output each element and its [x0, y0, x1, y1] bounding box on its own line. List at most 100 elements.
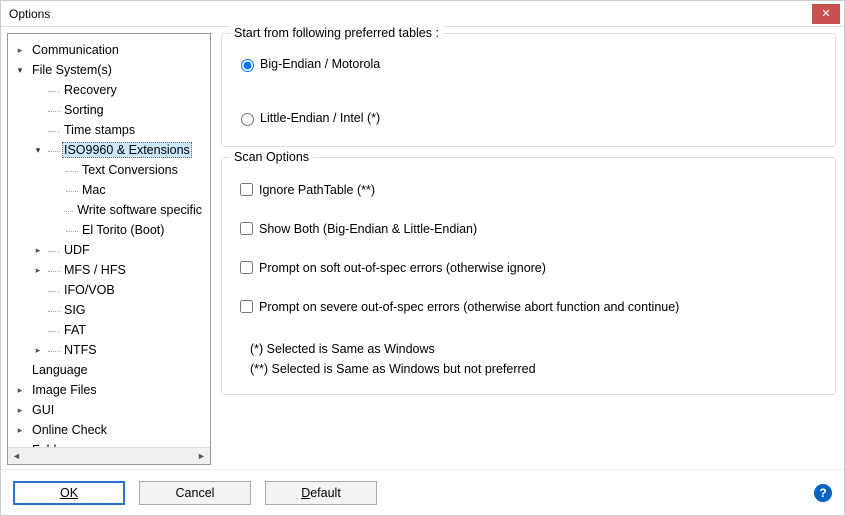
- tree-item-label[interactable]: Text Conversions: [80, 163, 180, 177]
- tree-item-label[interactable]: Language: [30, 363, 90, 377]
- tree-item[interactable]: ▸ Communication: [8, 40, 210, 60]
- tree-branch-line: [48, 131, 60, 132]
- tree-item-label[interactable]: MFS / HFS: [62, 263, 128, 277]
- tree-item[interactable]: Time stamps: [8, 120, 210, 140]
- scroll-left-icon[interactable]: ◄: [8, 448, 25, 465]
- tree-item-label[interactable]: Mac: [80, 183, 108, 197]
- cancel-button[interactable]: Cancel: [139, 481, 251, 505]
- check-ignore-pathtable[interactable]: Ignore PathTable (**): [236, 180, 821, 199]
- tree-branch-line: [48, 351, 60, 352]
- tree-item[interactable]: Mac: [8, 180, 210, 200]
- tree-item-label[interactable]: Recovery: [62, 83, 119, 97]
- title-bar: Options ✕: [1, 1, 844, 27]
- settings-panel: Start from following preferred tables : …: [217, 27, 844, 469]
- window-title: Options: [9, 7, 812, 21]
- chevron-right-icon[interactable]: ▸: [32, 344, 44, 356]
- nav-tree[interactable]: ▸ Communication ▾ File System(s) Recovery Sor…: [7, 33, 211, 465]
- tree-branch-line: [48, 271, 60, 272]
- tree-item[interactable]: SIG: [8, 300, 210, 320]
- default-button-rest: efault: [310, 486, 341, 500]
- radio-big-endian[interactable]: Big-Endian / Motorola: [236, 56, 821, 72]
- check-prompt-soft-label: Prompt on soft out-of-spec errors (other…: [259, 261, 546, 275]
- group-scan-options: Scan Options Ignore PathTable (**) Show …: [221, 157, 836, 395]
- tree-item-label[interactable]: Online Check: [30, 423, 109, 437]
- tree-item[interactable]: Language: [8, 360, 210, 380]
- check-prompt-severe-label: Prompt on severe out-of-spec errors (oth…: [259, 300, 679, 314]
- chevron-right-icon[interactable]: ▸: [14, 44, 26, 56]
- tree-item-label[interactable]: IFO/VOB: [62, 283, 117, 297]
- tree-branch-line: [48, 311, 60, 312]
- tree-item-label[interactable]: SIG: [62, 303, 88, 317]
- check-ignore-pathtable-input[interactable]: [240, 183, 253, 196]
- tree-item[interactable]: ▸ UDF: [8, 240, 210, 260]
- check-show-both[interactable]: Show Both (Big-Endian & Little-Endian): [236, 219, 821, 238]
- scroll-right-icon[interactable]: ►: [193, 448, 210, 465]
- chevron-down-icon[interactable]: ▾: [14, 64, 26, 76]
- tree-branch-line: [66, 191, 78, 192]
- chevron-right-icon[interactable]: ▸: [14, 384, 26, 396]
- tree-item[interactable]: ▾ ISO9960 & Extensions: [8, 140, 210, 160]
- dialog-footer: OK Cancel Default ?: [1, 469, 844, 515]
- tree-item-label[interactable]: Write software specific: [75, 203, 204, 217]
- tree-item[interactable]: ▸ NTFS: [8, 340, 210, 360]
- check-prompt-severe-input[interactable]: [240, 300, 253, 313]
- tree-item[interactable]: Text Conversions: [8, 160, 210, 180]
- tree-branch-line: [48, 291, 60, 292]
- chevron-right-icon[interactable]: ▸: [32, 264, 44, 276]
- tree-item-label[interactable]: Communication: [30, 43, 121, 57]
- radio-little-endian-label: Little-Endian / Intel (*): [260, 111, 380, 125]
- tree-item-label[interactable]: NTFS: [62, 343, 99, 357]
- tree-item[interactable]: IFO/VOB: [8, 280, 210, 300]
- footnote-1: (*) Selected is Same as Windows: [250, 342, 821, 356]
- footnote-2: (**) Selected is Same as Windows but not…: [250, 362, 821, 376]
- tree-item[interactable]: Sorting: [8, 100, 210, 120]
- tree-branch-line: [48, 331, 60, 332]
- tree-item[interactable]: Recovery: [8, 80, 210, 100]
- group-preferred-tables-legend: Start from following preferred tables :: [230, 26, 443, 40]
- tree-item-label[interactable]: ISO9960 & Extensions: [62, 142, 192, 158]
- chevron-right-icon[interactable]: ▸: [32, 244, 44, 256]
- tree-horizontal-scrollbar[interactable]: ◄ ►: [8, 447, 210, 464]
- tree-item[interactable]: Write software specific: [8, 200, 210, 220]
- tree-item-label[interactable]: Time stamps: [62, 123, 137, 137]
- tree-branch-line: [66, 171, 78, 172]
- check-show-both-label: Show Both (Big-Endian & Little-Endian): [259, 222, 477, 236]
- tree-item[interactable]: ▸ Image Files: [8, 380, 210, 400]
- tree-item-label[interactable]: GUI: [30, 403, 56, 417]
- check-prompt-soft[interactable]: Prompt on soft out-of-spec errors (other…: [236, 258, 821, 277]
- chevron-down-icon[interactable]: ▾: [32, 144, 44, 156]
- close-icon[interactable]: ✕: [812, 4, 840, 24]
- check-ignore-pathtable-label: Ignore PathTable (**): [259, 183, 375, 197]
- chevron-right-icon[interactable]: ▸: [14, 404, 26, 416]
- tree-branch-line: [66, 231, 78, 232]
- tree-branch-line: [48, 111, 60, 112]
- check-prompt-soft-input[interactable]: [240, 261, 253, 274]
- tree-branch-line: [64, 211, 74, 212]
- tree-item[interactable]: ▸ Online Check: [8, 420, 210, 440]
- tree-item-label[interactable]: El Torito (Boot): [80, 223, 166, 237]
- content-area: ▸ Communication ▾ File System(s) Recovery Sor…: [1, 27, 844, 469]
- default-button[interactable]: Default: [265, 481, 377, 505]
- radio-big-endian-input[interactable]: [241, 59, 254, 72]
- group-preferred-tables: Start from following preferred tables : …: [221, 33, 836, 147]
- radio-little-endian[interactable]: Little-Endian / Intel (*): [236, 110, 821, 126]
- tree-item[interactable]: ▾ File System(s): [8, 60, 210, 80]
- help-icon[interactable]: ?: [814, 484, 832, 502]
- tree-item[interactable]: ▸ GUI: [8, 400, 210, 420]
- tree-branch-line: [48, 91, 60, 92]
- tree-item[interactable]: El Torito (Boot): [8, 220, 210, 240]
- tree-item-label[interactable]: UDF: [62, 243, 92, 257]
- tree-item-label[interactable]: Sorting: [62, 103, 106, 117]
- check-show-both-input[interactable]: [240, 222, 253, 235]
- tree-item-label[interactable]: Image Files: [30, 383, 99, 397]
- tree-item-label[interactable]: File System(s): [30, 63, 114, 77]
- tree-branch-line: [48, 151, 60, 152]
- chevron-right-icon[interactable]: ▸: [14, 424, 26, 436]
- ok-button[interactable]: OK: [13, 481, 125, 505]
- tree-item-label[interactable]: FAT: [62, 323, 88, 337]
- radio-little-endian-input[interactable]: [241, 113, 254, 126]
- group-scan-options-legend: Scan Options: [230, 150, 313, 164]
- tree-item[interactable]: ▸ MFS / HFS: [8, 260, 210, 280]
- check-prompt-severe[interactable]: Prompt on severe out-of-spec errors (oth…: [236, 297, 821, 316]
- tree-item[interactable]: FAT: [8, 320, 210, 340]
